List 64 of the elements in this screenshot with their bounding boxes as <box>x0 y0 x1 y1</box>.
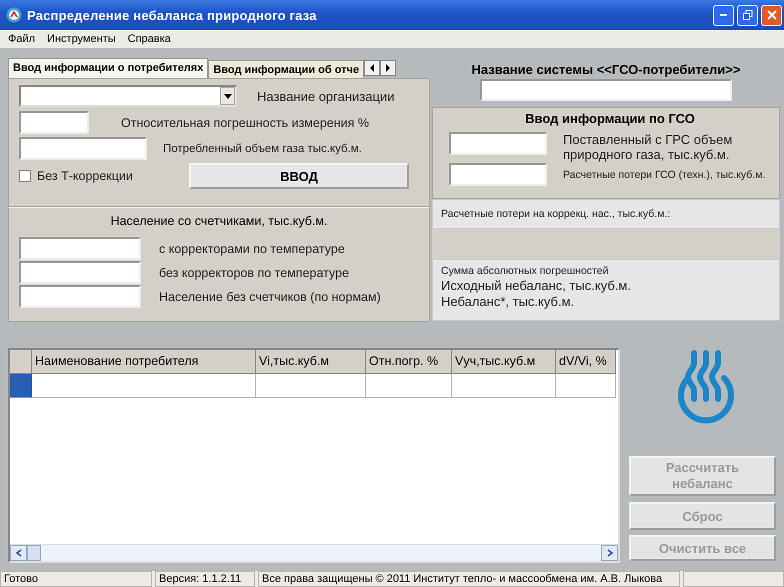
field-label: Название организации <box>257 88 394 104</box>
horizontal-scrollbar[interactable] <box>10 544 618 561</box>
field-label: Потребленный объем газа тыс.куб.м. <box>163 142 362 154</box>
organization-dropdown[interactable] <box>19 85 237 107</box>
input-field[interactable] <box>19 237 141 260</box>
menu-item[interactable]: Файл <box>8 33 36 45</box>
section-title: Население со счетчиками, тыс.куб.м. <box>110 214 328 228</box>
scroll-right-button[interactable] <box>380 60 396 76</box>
dropdown-arrow-icon <box>224 94 232 98</box>
column-header[interactable]: Наименование потребителя <box>32 350 256 374</box>
enter-button[interactable]: ВВОД <box>189 163 409 189</box>
window-title: Распределение небаланса природного газа <box>27 8 318 22</box>
input-field[interactable] <box>19 285 141 308</box>
row-indicator[interactable] <box>10 374 32 398</box>
result-label: Сумма абсолютных погрешностей <box>441 265 610 277</box>
section-title: Ввод информации по ГСО <box>524 111 696 126</box>
input-field[interactable] <box>19 261 141 284</box>
result-label: Небаланс*, тыс.куб.м. <box>441 294 576 309</box>
system-name-field[interactable] <box>480 79 732 101</box>
scroll-left-button[interactable] <box>364 60 380 76</box>
close-icon <box>766 10 776 20</box>
input-field[interactable] <box>449 132 547 155</box>
arrow-right-icon <box>606 549 614 557</box>
table-cell[interactable] <box>556 374 616 398</box>
column-header[interactable]: Vуч,тыс.куб.м <box>452 350 556 374</box>
table-cell[interactable] <box>32 374 256 398</box>
scrollbar-thumb[interactable] <box>27 545 41 561</box>
input-field[interactable] <box>19 137 147 160</box>
field-label: Население без счетчиков (по нормам) <box>159 290 381 304</box>
menu-item[interactable]: Справка <box>128 33 171 45</box>
input-field[interactable] <box>449 163 547 186</box>
checkbox-label: Без Т-коррекции <box>37 169 134 183</box>
arrow-right-icon <box>384 63 392 73</box>
minimize-icon <box>720 14 727 16</box>
header-corner <box>10 350 32 374</box>
checkbox[interactable] <box>19 170 31 182</box>
status-text: Все права защищены © 2011 Институт тепло- и массообмена им. А.В. Лыкова <box>258 571 680 587</box>
status-text: Версия: 1.1.2.11 <box>155 571 255 587</box>
restore-icon <box>742 10 752 20</box>
input-field[interactable] <box>19 111 89 134</box>
field-label: Расчетные потери на коррекц. нас., тыс.куб.м.: <box>441 208 670 220</box>
field-label: с корректорами по температуре <box>159 242 345 256</box>
field-label: Название системы <<ГСО-потребители>> <box>470 62 742 79</box>
result-label: Исходный небаланс, тыс.куб.м. <box>441 278 632 293</box>
menu-item[interactable]: Инструменты <box>47 33 116 45</box>
table-cell[interactable] <box>452 374 556 398</box>
close-button[interactable] <box>761 4 782 26</box>
minimize-button[interactable] <box>713 4 734 26</box>
field-label: Поставленный с ГРС объем природного газа, тыс.куб.м. <box>563 132 734 162</box>
field-label: Относительная погрешность измерения % <box>121 116 369 130</box>
field-label: без корректоров по температуре <box>159 266 350 280</box>
column-header[interactable]: Vi,тыс.куб.м <box>256 350 366 374</box>
status-text: Готово <box>0 571 152 587</box>
field-label: Расчетные потери ГСО (техн.), тыс.куб.м. <box>563 168 766 180</box>
tab[interactable]: Ввод информации о потребителях <box>8 58 208 78</box>
arrow-left-icon <box>14 549 22 557</box>
table-cell[interactable] <box>366 374 452 398</box>
maximize-button[interactable] <box>737 4 758 26</box>
table-cell[interactable] <box>256 374 366 398</box>
column-header[interactable]: dV/Vi, % <box>556 350 616 374</box>
app-icon <box>6 7 22 23</box>
tab[interactable]: Ввод информации об отче <box>208 60 364 78</box>
column-header[interactable]: Отн.погр. % <box>366 350 452 374</box>
arrow-left-icon <box>368 63 376 73</box>
